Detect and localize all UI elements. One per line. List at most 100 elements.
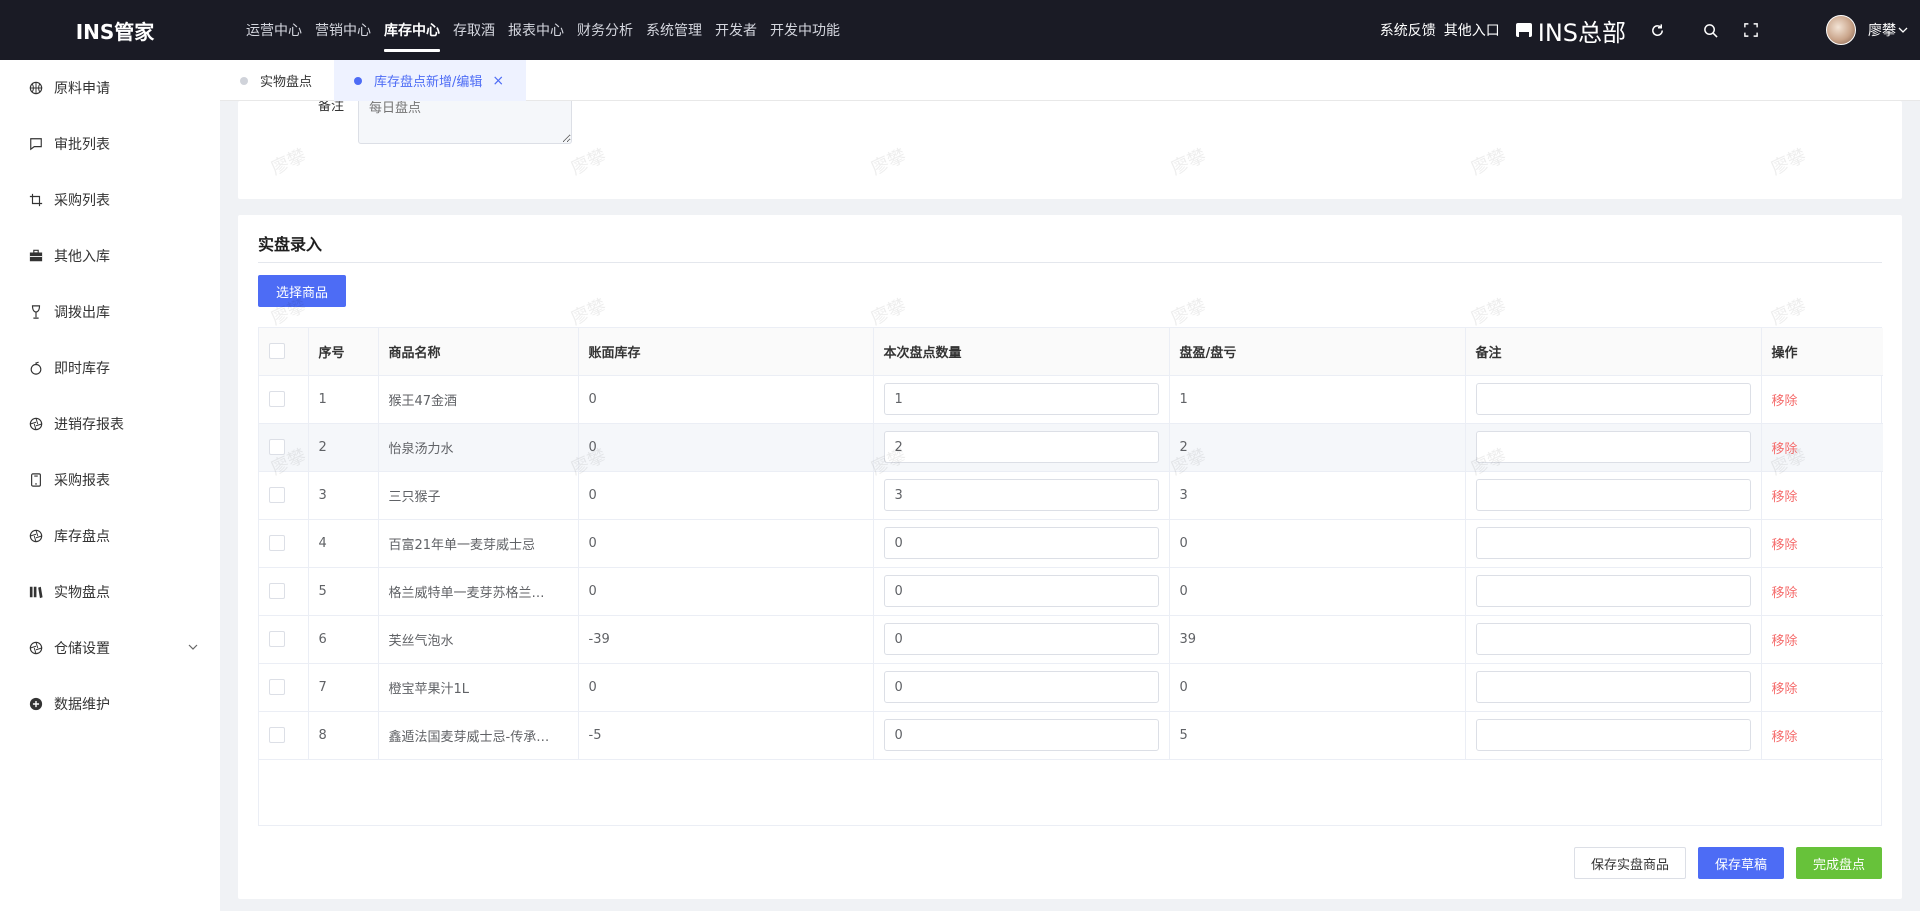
row-checkbox[interactable] [269,487,285,503]
suitcase-icon [28,248,44,264]
form-card: 备注 [238,101,1902,199]
count-qty-input[interactable] [883,383,1159,415]
row-book-stock: -5 [578,711,874,760]
close-icon[interactable]: × [492,73,504,89]
save-goods-button[interactable]: 保存实盘商品 [1573,847,1686,879]
row-select-cell[interactable] [259,615,309,664]
remark-textarea[interactable] [358,101,572,144]
row-action-cell: 移除 [1761,471,1883,520]
remark-label: 备注 [318,101,345,114]
remark-input[interactable] [1475,575,1751,607]
remove-link[interactable]: 移除 [1772,730,1798,745]
sidebar-item-warehouse-settings[interactable]: 仓储设置 [0,620,220,676]
row-index: 7 [308,663,379,712]
count-qty-input[interactable] [883,527,1159,559]
sidebar-item-transfer-out[interactable]: 调拨出库 [0,284,220,340]
save-draft-button[interactable]: 保存草稿 [1697,847,1784,879]
topnav-item-in-development[interactable]: 开发中功能 [770,0,840,60]
remark-input[interactable] [1475,431,1751,463]
remark-input[interactable] [1475,719,1751,751]
tab-stock-count-edit[interactable]: 库存盘点新增/编辑 × [334,60,527,101]
remark-input[interactable] [1475,671,1751,703]
feedback-link[interactable]: 系统反馈 [1380,20,1436,40]
search-icon[interactable] [1700,20,1720,40]
row-select-cell[interactable] [259,423,309,472]
sidebar-item-physical-count[interactable]: 实物盘点 [0,564,220,620]
sidebar-item-purchase-list[interactable]: 采购列表 [0,172,220,228]
topnav-item-inventory[interactable]: 库存中心 [384,0,440,60]
count-qty-input[interactable] [883,431,1159,463]
remove-link[interactable]: 移除 [1772,634,1798,649]
row-select-cell[interactable] [259,519,309,568]
row-checkbox[interactable] [269,583,285,599]
sidebar-item-label: 库存盘点 [54,529,110,545]
refresh-icon[interactable] [1647,20,1667,40]
sidebar-item-other-inbound[interactable]: 其他入库 [0,228,220,284]
row-select-cell[interactable] [259,567,309,616]
topnav-item-system[interactable]: 系统管理 [646,0,702,60]
sidebar-item-stock-count[interactable]: 库存盘点 [0,508,220,564]
sidebar-item-material-request[interactable]: 原料申请 [0,60,220,116]
remove-link[interactable]: 移除 [1772,538,1798,553]
topnav-item-finance[interactable]: 财务分析 [577,0,633,60]
row-index: 1 [308,375,379,424]
header-select-all[interactable] [259,328,309,376]
row-select-cell[interactable] [259,711,309,760]
remark-input[interactable] [1475,527,1751,559]
row-checkbox[interactable] [269,679,285,695]
select-all-checkbox[interactable] [269,343,285,360]
header-index: 序号 [308,328,379,376]
topnav-item-marketing[interactable]: 营销中心 [315,0,371,60]
sidebar-item-data-maintenance[interactable]: 数据维护 [0,676,220,732]
count-qty-input[interactable] [883,575,1159,607]
topnav-item-operations[interactable]: 运营中心 [246,0,302,60]
row-count-qty-cell [873,567,1170,616]
row-count-qty-cell [873,615,1170,664]
remove-link[interactable]: 移除 [1772,586,1798,601]
count-qty-input[interactable] [883,479,1159,511]
store-switcher[interactable]: INS总部 [1538,13,1626,48]
user-menu[interactable]: 廖攀 [1868,20,1908,40]
remove-link[interactable]: 移除 [1772,682,1798,697]
row-checkbox[interactable] [269,535,285,551]
remark-input[interactable] [1475,623,1751,655]
table-row: 1猴王47金酒01移除 [259,375,1883,424]
row-checkbox[interactable] [269,439,285,455]
sidebar-item-label: 采购列表 [54,193,110,209]
fullscreen-icon[interactable] [1741,20,1761,40]
row-select-cell[interactable] [259,663,309,712]
sidebar-item-inout-report[interactable]: 进销存报表 [0,396,220,452]
row-checkbox[interactable] [269,391,285,407]
row-diff: 0 [1169,567,1466,616]
tab-physical-count[interactable]: 实物盘点 [220,60,334,101]
app-logo[interactable]: INS管家 [0,16,230,45]
topnav-item-developer[interactable]: 开发者 [715,0,757,60]
remark-input[interactable] [1475,383,1751,415]
row-index: 3 [308,471,379,520]
topnav-item-wine-storage[interactable]: 存取酒 [453,0,495,60]
topnav-item-reports[interactable]: 报表中心 [508,0,564,60]
other-entry-link[interactable]: 其他入口 [1444,20,1500,40]
remove-link[interactable]: 移除 [1772,394,1798,409]
row-goods-name: 鑫遁法国麦芽威士忌-传承… [378,711,579,760]
header-diff: 盘盈/盘亏 [1169,328,1466,376]
sidebar-item-realtime-stock[interactable]: 即时库存 [0,340,220,396]
count-qty-input[interactable] [883,623,1159,655]
remark-input[interactable] [1475,479,1751,511]
remove-link[interactable]: 移除 [1772,442,1798,457]
avatar[interactable] [1826,15,1856,45]
count-qty-input[interactable] [883,671,1159,703]
finish-count-button[interactable]: 完成盘点 [1795,847,1882,879]
tab-dot [354,76,363,85]
count-qty-input[interactable] [883,719,1159,751]
row-select-cell[interactable] [259,471,309,520]
remove-link[interactable]: 移除 [1772,490,1798,505]
row-checkbox[interactable] [269,727,285,743]
select-goods-button[interactable]: 选择商品 [258,275,346,307]
header-count-qty: 本次盘点数量 [873,328,1170,376]
row-checkbox[interactable] [269,631,285,647]
sidebar-item-approval-list[interactable]: 审批列表 [0,116,220,172]
sidebar-item-purchase-report[interactable]: 采购报表 [0,452,220,508]
row-select-cell[interactable] [259,375,309,424]
top-right-area: 系统反馈 其他入口 INS总部 廖攀 [1380,0,1920,60]
